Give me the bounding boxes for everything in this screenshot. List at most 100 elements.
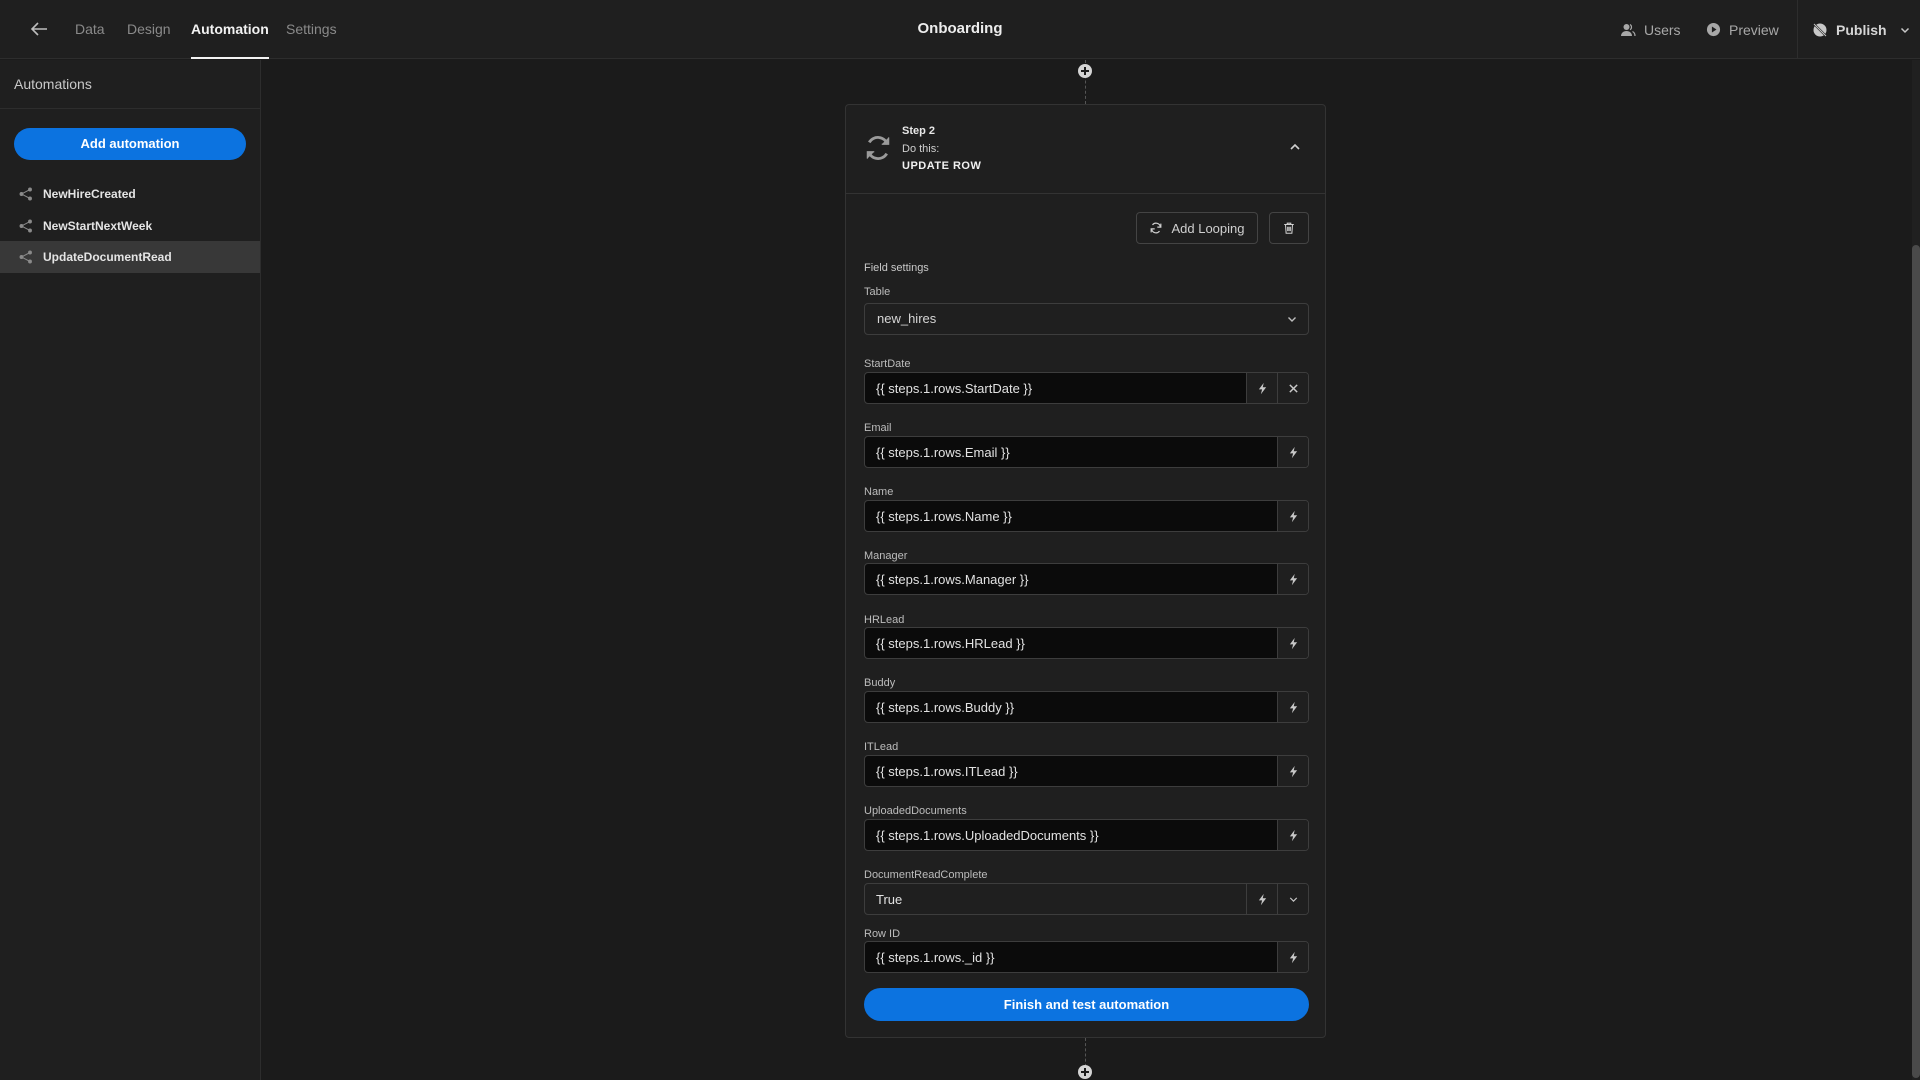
field-label-manager: Manager (864, 550, 908, 562)
delete-step-button[interactable] (1269, 212, 1309, 244)
chevron-down-icon (1900, 27, 1909, 33)
automation-item-newstartnextweek[interactable]: NewStartNextWeek (0, 210, 260, 242)
preview-button[interactable]: Preview (1706, 0, 1779, 59)
field-input-name[interactable] (865, 501, 1277, 531)
back-arrow-icon[interactable] (27, 17, 51, 41)
unpublished-globe-icon (1813, 22, 1827, 37)
bind-value-button[interactable] (1277, 942, 1308, 972)
chevron-down-icon (1289, 896, 1297, 902)
field-email (864, 436, 1309, 468)
step-do-label: Do this: (902, 143, 940, 155)
field-startdate (864, 372, 1309, 404)
topbar-divider (1797, 0, 1798, 59)
field-label-email: Email (864, 422, 892, 434)
bind-value-button[interactable] (1277, 692, 1308, 722)
add-step-above-icon[interactable] (1078, 64, 1092, 78)
bind-value-button[interactable] (1277, 564, 1308, 594)
chevron-up-icon[interactable] (1287, 139, 1303, 155)
finish-and-test-button[interactable]: Finish and test automation (864, 988, 1309, 1021)
automation-item-label: NewStartNextWeek (43, 219, 153, 233)
field-label-hrlead: HRLead (864, 614, 905, 626)
play-circle-icon (1706, 22, 1721, 37)
field-input-uploadeddocuments[interactable] (865, 820, 1277, 850)
lightning-bolt-icon (1258, 382, 1266, 394)
field-label-uploadeddocuments: UploadedDocuments (864, 805, 967, 817)
refresh-icon (866, 136, 890, 160)
automation-item-newhirecreated[interactable]: NewHireCreated (0, 178, 260, 210)
tab-data[interactable]: Data (75, 0, 105, 59)
tab-settings[interactable]: Settings (286, 0, 337, 59)
preview-label: Preview (1729, 21, 1779, 38)
automation-item-updatedocumentread[interactable]: UpdateDocumentRead (0, 241, 260, 273)
lightning-bolt-icon (1289, 573, 1297, 585)
field-input-row-id[interactable] (865, 942, 1277, 972)
field-manager (864, 563, 1309, 595)
field-uploadeddocuments (864, 819, 1309, 851)
publish-label: Publish (1836, 21, 1887, 38)
tab-design[interactable]: Design (127, 0, 171, 59)
field-input-startdate[interactable] (865, 373, 1246, 403)
field-input-manager[interactable] (865, 564, 1277, 594)
app-title: Onboarding (917, 20, 1003, 37)
field-label-startdate: StartDate (864, 358, 911, 370)
step-number: Step 2 (902, 125, 936, 137)
table-select[interactable]: new_hires (864, 303, 1309, 335)
step-card-header[interactable]: Step 2 Do this: UPDATE ROW (846, 105, 1325, 194)
add-step-below-icon[interactable] (1078, 1065, 1092, 1079)
automation-item-label: UpdateDocumentRead (43, 250, 172, 264)
field-input-hrlead[interactable] (865, 628, 1277, 658)
loop-icon (1151, 222, 1162, 234)
field-input-documentreadcomplete[interactable] (865, 884, 1246, 914)
field-input-email[interactable] (865, 437, 1277, 467)
users-label: Users (1644, 21, 1681, 38)
lightning-bolt-icon (1258, 893, 1266, 905)
users-button[interactable]: Users (1620, 0, 1681, 59)
automation-item-label: NewHireCreated (43, 187, 136, 201)
field-label-buddy: Buddy (864, 677, 896, 689)
automations-sidebar: Automations Add automation NewHireCreate… (0, 60, 261, 1080)
field-label-itlead: ITLead (864, 741, 899, 753)
share-nodes-icon (19, 250, 32, 264)
bind-value-button[interactable] (1277, 820, 1308, 850)
lightning-bolt-icon (1289, 510, 1297, 522)
dropdown-toggle-button[interactable] (1277, 884, 1308, 914)
field-name (864, 500, 1309, 532)
bind-value-button[interactable] (1277, 628, 1308, 658)
field-hrlead (864, 627, 1309, 659)
bind-value-button[interactable] (1277, 501, 1308, 531)
chevron-down-icon (1288, 317, 1296, 322)
trash-icon (1284, 222, 1294, 234)
lightning-bolt-icon (1289, 829, 1297, 841)
bind-value-button[interactable] (1246, 884, 1277, 914)
add-looping-button[interactable]: Add Looping (1136, 212, 1258, 244)
scrollbar-thumb[interactable] (1912, 245, 1920, 1078)
sidebar-title: Automations (0, 60, 260, 109)
table-select-value: new_hires (877, 311, 937, 326)
field-label-row-id: Row ID (864, 928, 901, 940)
add-automation-button[interactable]: Add automation (14, 128, 246, 160)
step-action-name: UPDATE ROW (902, 160, 982, 172)
bind-value-button[interactable] (1277, 437, 1308, 467)
share-nodes-icon (19, 187, 32, 201)
bind-value-button[interactable] (1246, 373, 1277, 403)
share-nodes-icon (19, 219, 32, 233)
field-input-itlead[interactable] (865, 756, 1277, 786)
bind-value-button[interactable] (1277, 756, 1308, 786)
publish-button[interactable]: Publish (1812, 0, 1911, 59)
field-label-documentreadcomplete: DocumentReadComplete (864, 869, 988, 881)
field-input-buddy[interactable] (865, 692, 1277, 722)
step-card: Step 2 Do this: UPDATE ROW Add Looping F… (845, 104, 1326, 1038)
clear-value-button[interactable] (1277, 373, 1308, 403)
field-label-name: Name (864, 486, 894, 498)
add-looping-label: Add Looping (1171, 220, 1245, 236)
field-itlead (864, 755, 1309, 787)
users-icon (1621, 23, 1636, 36)
tab-automation[interactable]: Automation (191, 0, 269, 59)
field-buddy (864, 691, 1309, 723)
lightning-bolt-icon (1289, 701, 1297, 713)
field-documentreadcomplete (864, 883, 1309, 915)
lightning-bolt-icon (1289, 765, 1297, 777)
lightning-bolt-icon (1289, 951, 1297, 963)
field-row-id (864, 941, 1309, 973)
close-icon (1288, 383, 1298, 393)
